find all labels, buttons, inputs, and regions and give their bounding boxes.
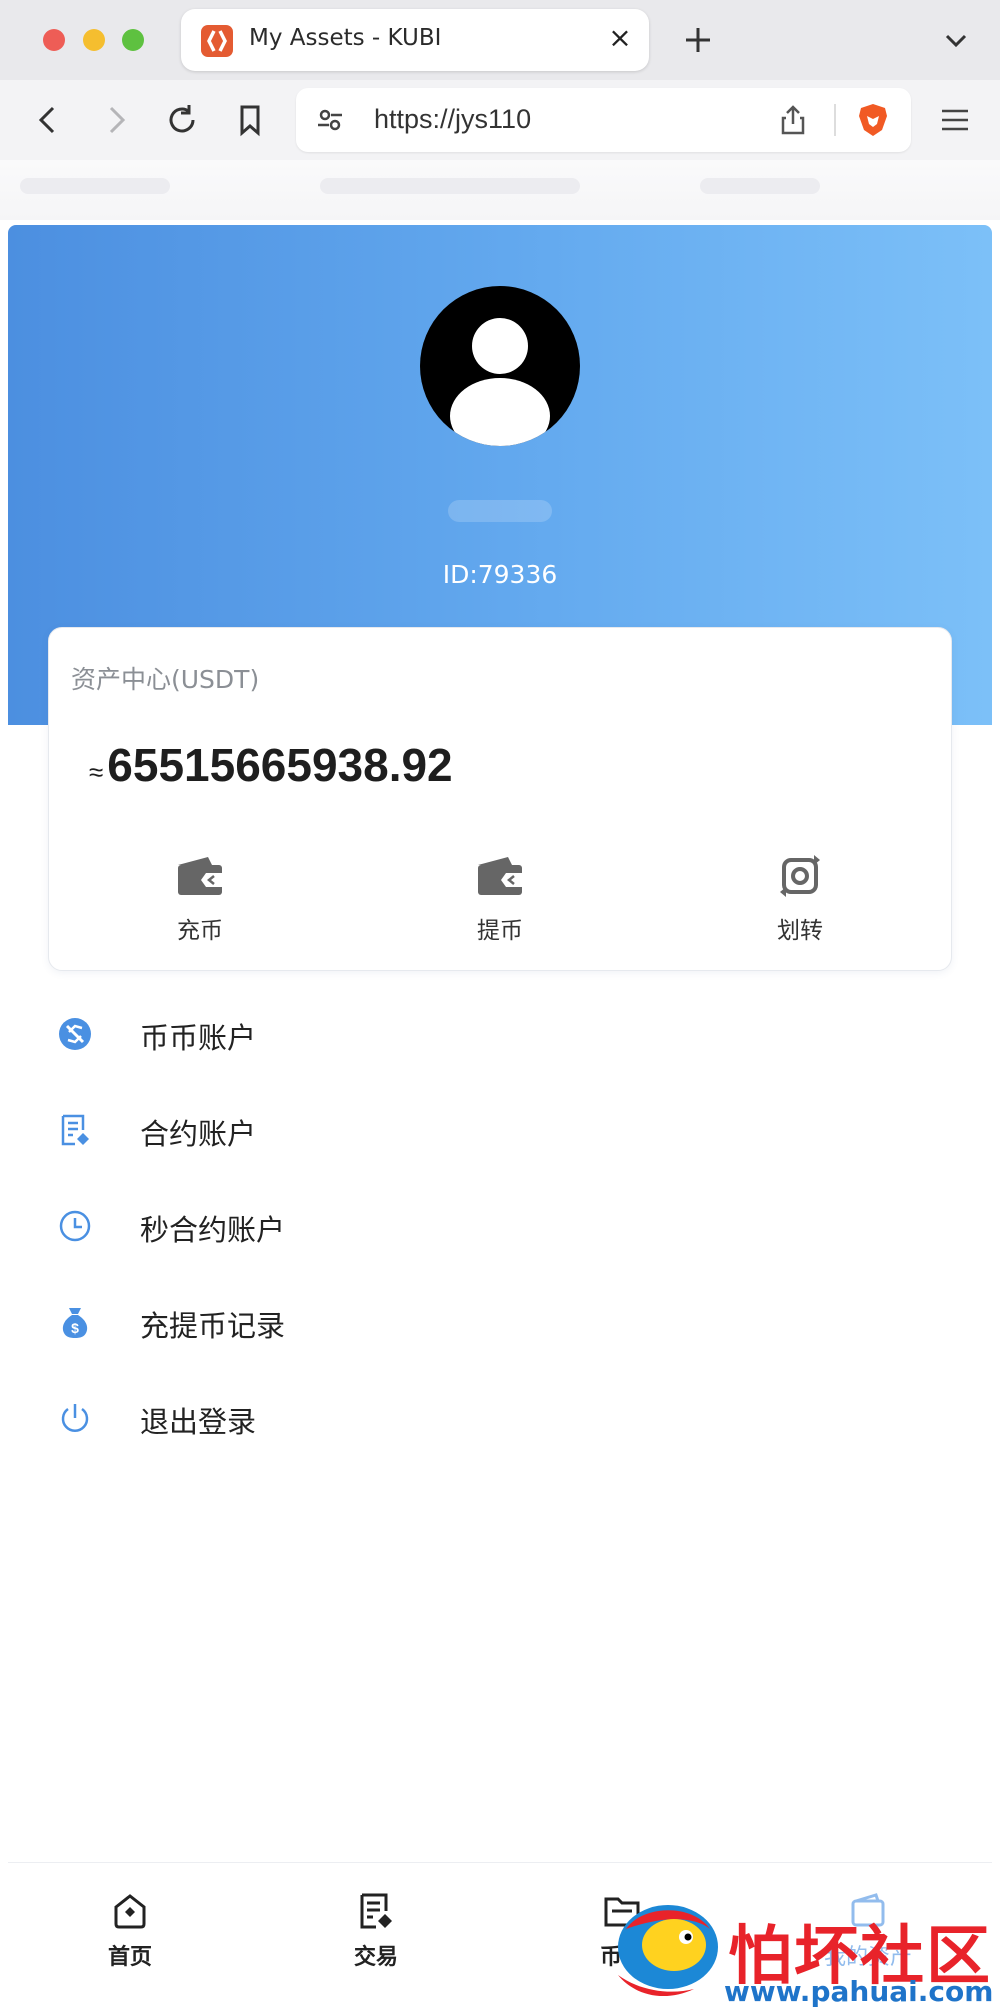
transfer-label: 划转 [777, 918, 823, 944]
site-settings-icon[interactable] [316, 106, 344, 134]
home-icon [110, 1891, 150, 1931]
brave-shield-icon[interactable] [856, 102, 890, 138]
forward-arrow-icon[interactable] [96, 100, 136, 140]
window-zoom-button[interactable] [122, 29, 144, 51]
coin-account-icon [58, 1017, 92, 1051]
menu-item-label: 秒合约账户 [140, 1213, 286, 1247]
trade-icon [356, 1891, 396, 1931]
menu-item-second-contract-account[interactable]: 秒合约账户 [0, 1177, 1000, 1273]
transfer-icon [774, 853, 826, 899]
tab-close-icon[interactable]: × [605, 23, 635, 53]
url-text[interactable]: https://jys110 [374, 104, 531, 135]
balance-value: 65515665938.92 [107, 739, 453, 791]
site-favicon-icon [201, 25, 233, 57]
withdraw-button[interactable]: 提币 [400, 853, 600, 945]
menu-item-label: 充提币记录 [140, 1309, 286, 1343]
nav-home[interactable]: 首页 [70, 1891, 190, 1971]
asset-center-card: 资产中心(USDT) ≈65515665938.92 充币 提币 划转 [48, 627, 952, 971]
transfer-button[interactable]: 划转 [700, 853, 900, 945]
nav-trade-label: 交易 [353, 1945, 398, 1970]
asset-center-title: 资产中心(USDT) [71, 665, 260, 694]
watermark: 怕坏社区 www.pahuai.com [606, 1895, 996, 2008]
bookmark-icon[interactable] [230, 100, 270, 140]
window-minimize-button[interactable] [83, 29, 105, 51]
new-tab-plus-icon[interactable] [678, 20, 718, 60]
menu-item-logout[interactable]: 退出登录 [0, 1369, 1000, 1465]
withdraw-label: 提币 [477, 918, 523, 944]
menu-item-label: 退出登录 [140, 1405, 257, 1439]
share-icon[interactable] [778, 104, 808, 136]
tab-list-chevron-down-icon[interactable] [940, 24, 972, 56]
window-close-button[interactable] [43, 29, 65, 51]
money-bag-icon: $ [58, 1305, 92, 1339]
wallet-icon [174, 853, 226, 899]
user-id-label: ID:79336 [442, 560, 558, 589]
total-balance: ≈65515665938.92 [89, 738, 453, 792]
browser-toolbar: https://jys110 [0, 80, 1000, 160]
username-blurred [448, 500, 552, 522]
blurred-header-strip [0, 160, 1000, 220]
clock-icon [58, 1209, 92, 1243]
watermark-fish-logo [618, 1905, 718, 1997]
menu-item-label: 合约账户 [140, 1117, 257, 1151]
browser-tab-active[interactable]: My Assets - KUBI × [181, 9, 649, 71]
wallet-icon [474, 853, 526, 899]
power-icon [58, 1401, 92, 1435]
browser-menu-hamburger-icon[interactable] [938, 104, 972, 136]
menu-item-contract-account[interactable]: 合约账户 [0, 1081, 1000, 1177]
approx-symbol: ≈ [89, 757, 104, 787]
deposit-label: 充币 [177, 918, 223, 944]
deposit-button[interactable]: 充币 [100, 853, 300, 945]
svg-text:$: $ [71, 1320, 79, 1336]
address-divider [834, 104, 836, 136]
contract-icon [58, 1113, 92, 1147]
watermark-url-text: www.pahuai.com [724, 1975, 994, 2008]
nav-trade[interactable]: 交易 [316, 1891, 436, 1971]
reload-icon[interactable] [162, 100, 202, 140]
back-arrow-icon[interactable] [28, 100, 68, 140]
menu-item-deposit-withdraw-records[interactable]: $ 充提币记录 [0, 1273, 1000, 1369]
tab-title: My Assets - KUBI [249, 25, 442, 51]
nav-home-label: 首页 [107, 1945, 152, 1970]
avatar[interactable] [420, 286, 580, 446]
address-bar[interactable]: https://jys110 [296, 88, 911, 152]
browser-tab-bar: My Assets - KUBI × [0, 0, 1000, 80]
menu-item-label: 币币账户 [140, 1021, 257, 1055]
menu-item-spot-account[interactable]: 币币账户 [0, 985, 1000, 1081]
